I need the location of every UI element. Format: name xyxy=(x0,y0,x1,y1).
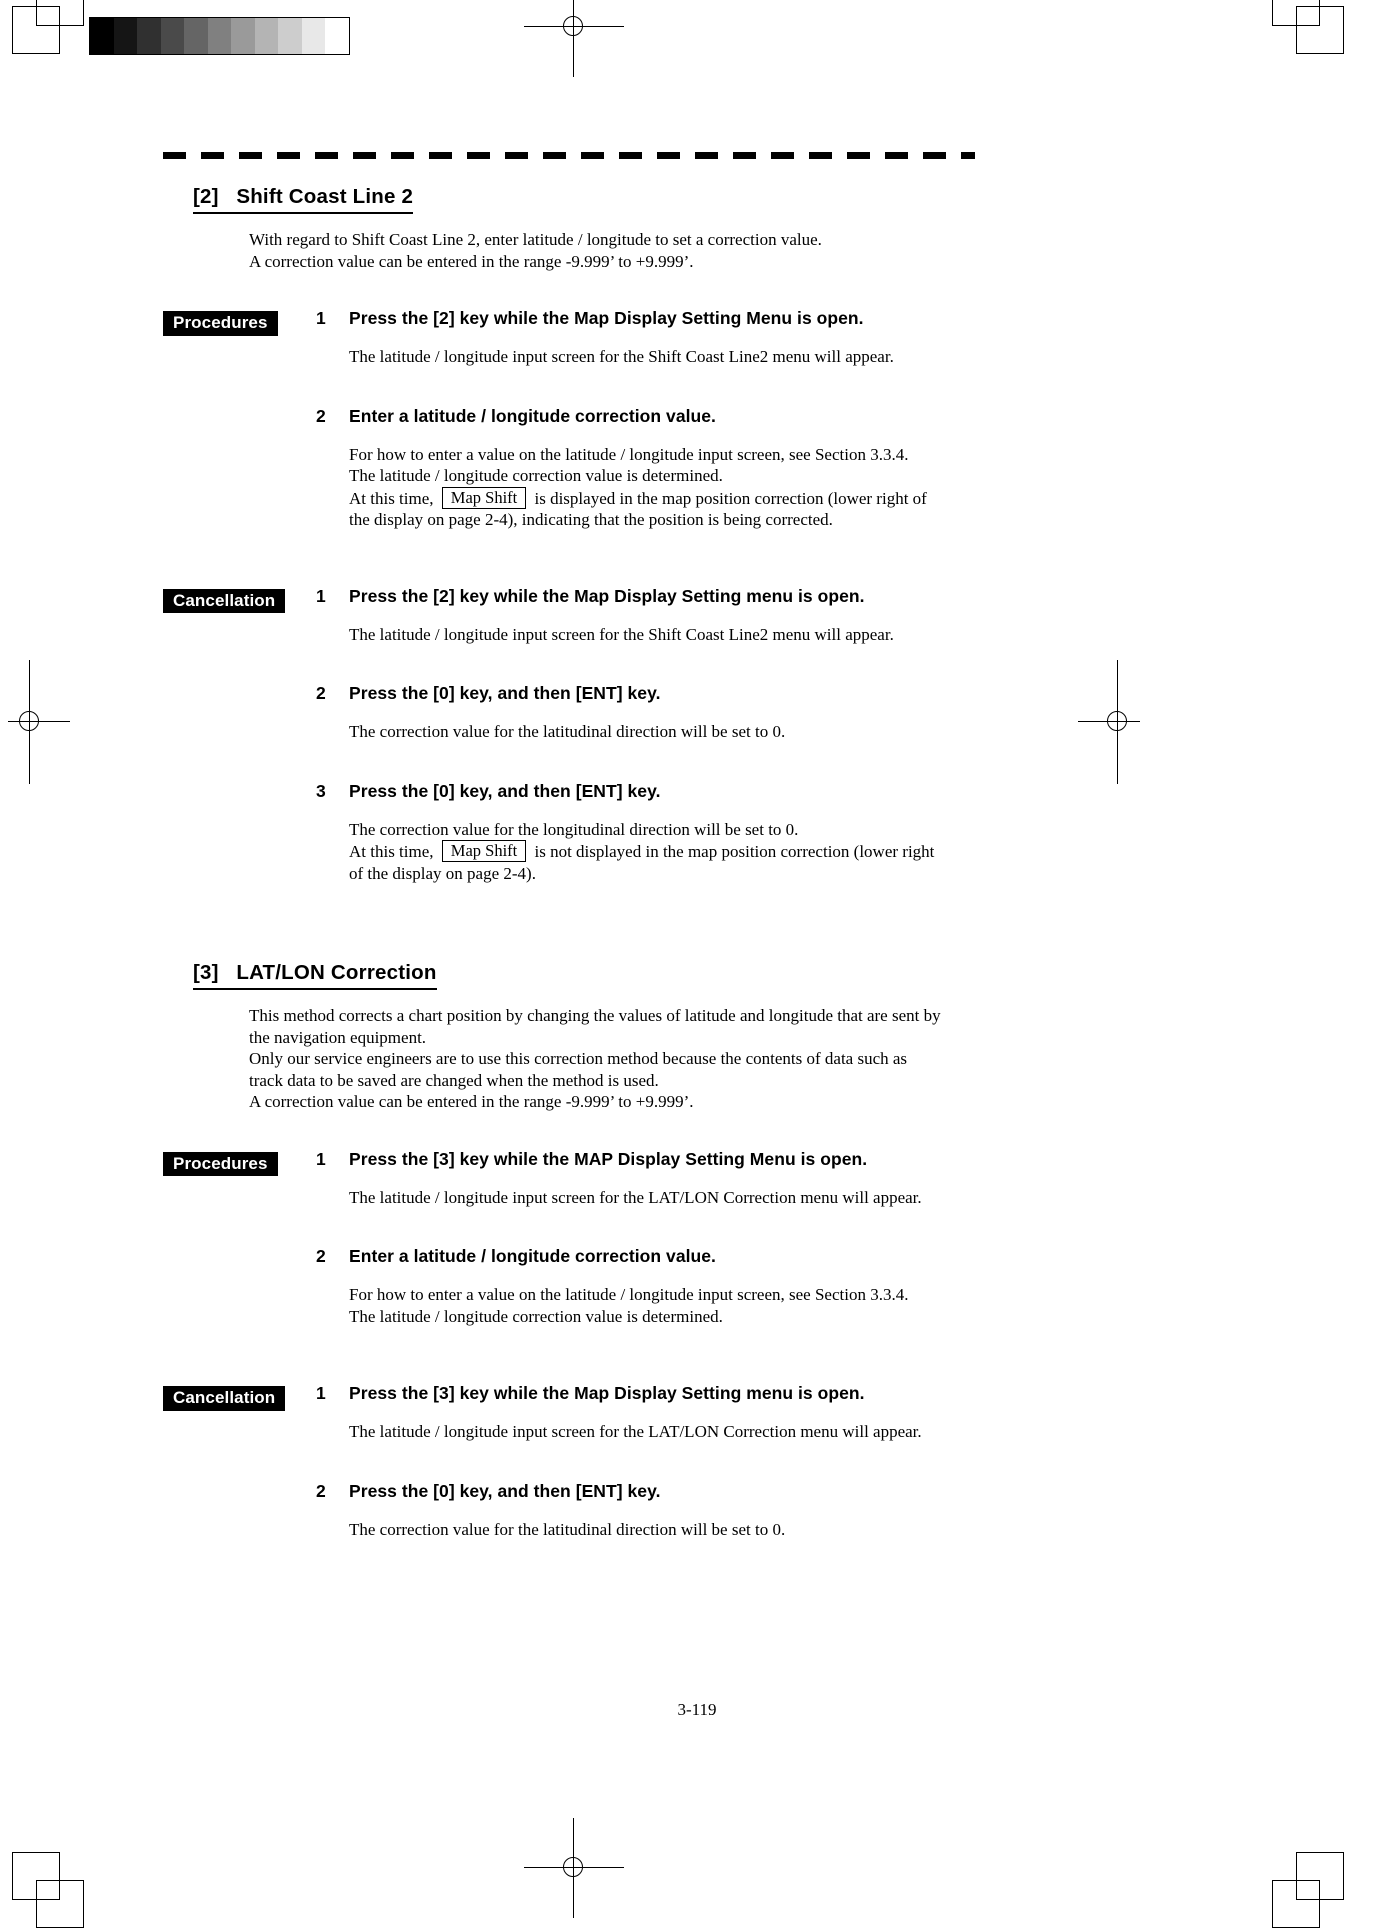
badge-procedures-1-0: Procedures xyxy=(163,1151,278,1177)
step-title-1-1-1: Press the [0] key, and then [ENT] key. xyxy=(349,1480,661,1501)
step-number-0-1-2: 3 xyxy=(316,780,326,801)
step-body-0-0-0: The latitude / longitude input screen fo… xyxy=(349,347,894,366)
page-number: 3-119 xyxy=(677,1700,717,1719)
step-number-0-1-0: 1 xyxy=(316,585,326,606)
step-title-0-0-0: Press the [2] key while the Map Display … xyxy=(349,308,864,328)
badge-cancellation-1-1: Cancellation xyxy=(163,1386,286,1411)
step-title-0-1-1: Press the [0] key, and then [ENT] key. xyxy=(349,683,661,703)
section-intro-1: This method corrects a chart position by… xyxy=(249,1006,941,1111)
step-body-1-0-1: For how to enter a value on the latitude… xyxy=(349,1285,909,1326)
step-title-1-0-1: Enter a latitude / longitude correction … xyxy=(349,1246,716,1266)
step-number-0-0-1: 2 xyxy=(316,405,326,426)
step-body-1-0-0: The latitude / longitude input screen fo… xyxy=(349,1187,922,1207)
step-title-0-1-2: Press the [0] key, and then [ENT] key. xyxy=(349,780,661,801)
map-shift-indicator-label: Map Shift xyxy=(441,840,527,862)
step-body-0-1-2: The correction value for the longitudina… xyxy=(349,819,935,883)
section-intro-0: With regard to Shift Coast Line 2, enter… xyxy=(249,230,822,271)
step-body-0-1-0: The latitude / longitude input screen fo… xyxy=(349,624,894,644)
section-heading-1: [3] LAT/LON Correction xyxy=(193,961,437,990)
step-body-0-0-1: For how to enter a value on the latitude… xyxy=(349,444,927,530)
step-number-1-1-0: 1 xyxy=(316,1383,326,1403)
step-number-0-0-0: 1 xyxy=(316,308,326,328)
step-body-0-1-1: The correction value for the latitudinal… xyxy=(349,722,786,741)
badge-procedures-0-0: Procedures xyxy=(163,311,278,336)
step-number-0-1-1: 2 xyxy=(316,683,326,703)
step-number-1-0-1: 2 xyxy=(316,1246,326,1266)
manual-page: [2] Shift Coast Line 2 With regard to Shi… xyxy=(0,0,1394,1908)
step-number-1-1-1: 2 xyxy=(316,1480,326,1501)
section-heading-0: [2] Shift Coast Line 2 xyxy=(193,185,414,214)
step-title-0-1-0: Press the [2] key while the Map Display … xyxy=(349,585,865,606)
badge-cancellation-0-1: Cancellation xyxy=(163,588,286,614)
step-title-1-1-0: Press the [3] key while the Map Display … xyxy=(349,1383,865,1403)
step-body-1-1-0: The latitude / longitude input screen fo… xyxy=(349,1422,922,1441)
step-title-1-0-0: Press the [3] key while the MAP Display … xyxy=(349,1148,868,1169)
step-title-0-0-1: Enter a latitude / longitude correction … xyxy=(349,405,716,426)
step-number-1-0-0: 1 xyxy=(316,1148,326,1169)
map-shift-indicator-label: Map Shift xyxy=(441,486,527,509)
step-body-1-1-1: The correction value for the latitudinal… xyxy=(349,1519,786,1539)
